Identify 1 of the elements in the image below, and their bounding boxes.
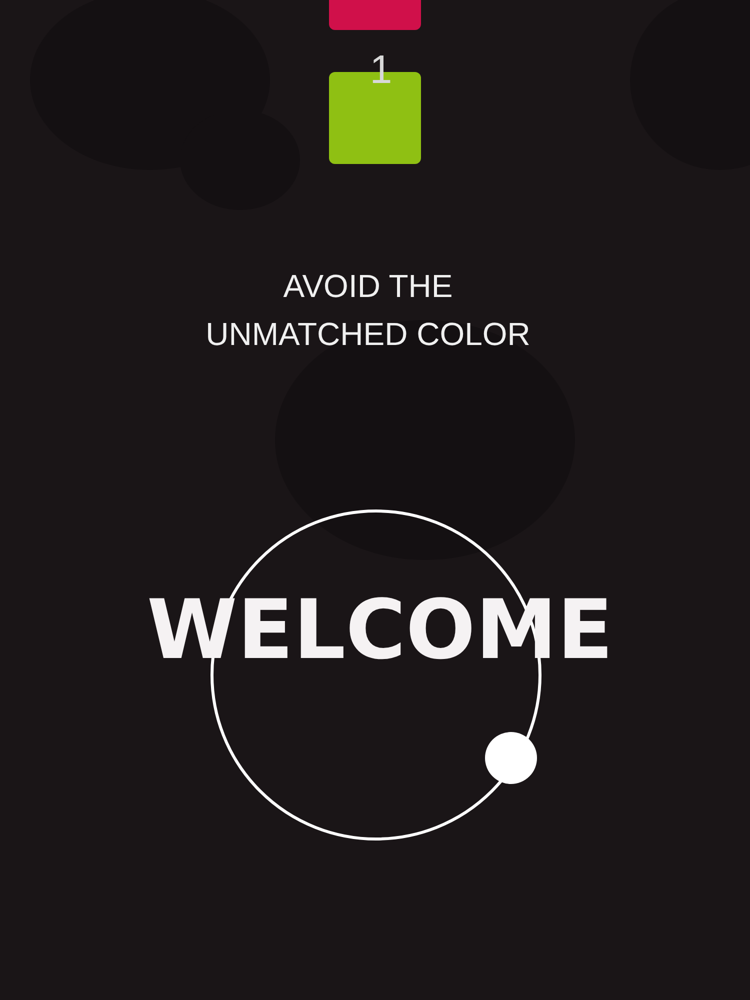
instruction-text: AVOID THE UNMATCHED COLOR (204, 267, 532, 354)
